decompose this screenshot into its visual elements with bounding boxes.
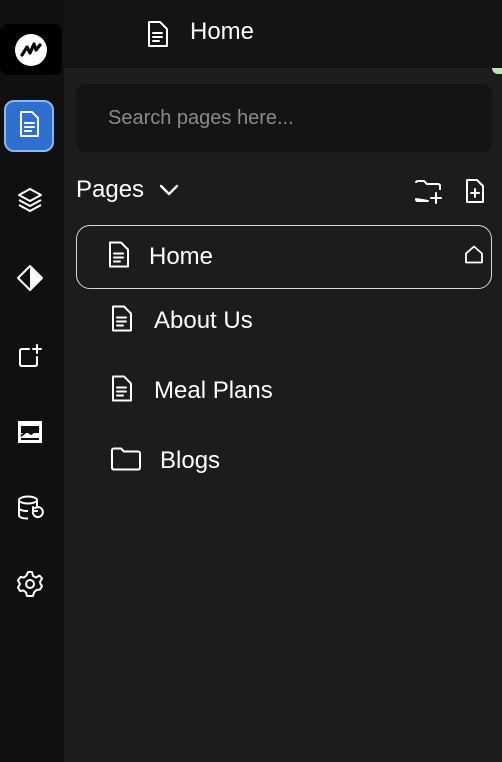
chevron-down-icon	[158, 176, 180, 204]
page-item-home[interactable]: Home	[76, 225, 492, 289]
page-item-label: Home	[149, 243, 214, 270]
pages-section-toggle[interactable]: Pages	[76, 176, 180, 204]
layers-icon	[16, 186, 44, 219]
page-item-meal-plans[interactable]: Meal Plans	[76, 359, 492, 423]
page-item-label: About Us	[154, 307, 253, 334]
sidebar-item-analytics[interactable]	[6, 410, 54, 458]
page-item-label: Meal Plans	[154, 377, 273, 404]
search-box[interactable]	[76, 84, 492, 152]
accent-corner	[492, 68, 502, 74]
chart-icon	[16, 419, 44, 450]
diamond-icon	[16, 264, 44, 297]
folder-icon	[110, 446, 142, 477]
sidebar-item-components[interactable]	[6, 256, 54, 304]
sidebar-item-layers[interactable]	[6, 178, 54, 226]
search-input[interactable]	[76, 84, 492, 152]
add-element-icon	[16, 342, 44, 375]
page-item-label: Blogs	[160, 447, 221, 474]
gear-icon	[16, 570, 44, 603]
sidebar-item-add-element[interactable]	[6, 334, 54, 382]
document-icon	[146, 20, 170, 53]
sidebar-item-settings[interactable]	[6, 562, 54, 610]
page-item-about-us[interactable]: About Us	[76, 289, 492, 353]
icon-rail	[0, 0, 64, 762]
document-icon	[107, 241, 131, 274]
app-logo[interactable]	[0, 24, 62, 75]
pages-heading: Pages	[76, 176, 145, 203]
page-item-blogs[interactable]: Blogs	[76, 429, 492, 493]
new-page-icon[interactable]	[464, 178, 486, 209]
app-logo-icon	[15, 33, 47, 66]
database-icon	[16, 494, 44, 527]
document-icon	[110, 305, 134, 338]
page-title: Home	[190, 18, 255, 45]
document-icon	[17, 110, 41, 143]
document-icon	[110, 375, 134, 408]
sidebar-item-database[interactable]	[6, 486, 54, 534]
top-bar: Home	[64, 0, 502, 68]
new-folder-icon[interactable]	[414, 178, 444, 209]
sidebar-item-pages[interactable]	[4, 100, 54, 152]
home-icon	[463, 244, 485, 271]
